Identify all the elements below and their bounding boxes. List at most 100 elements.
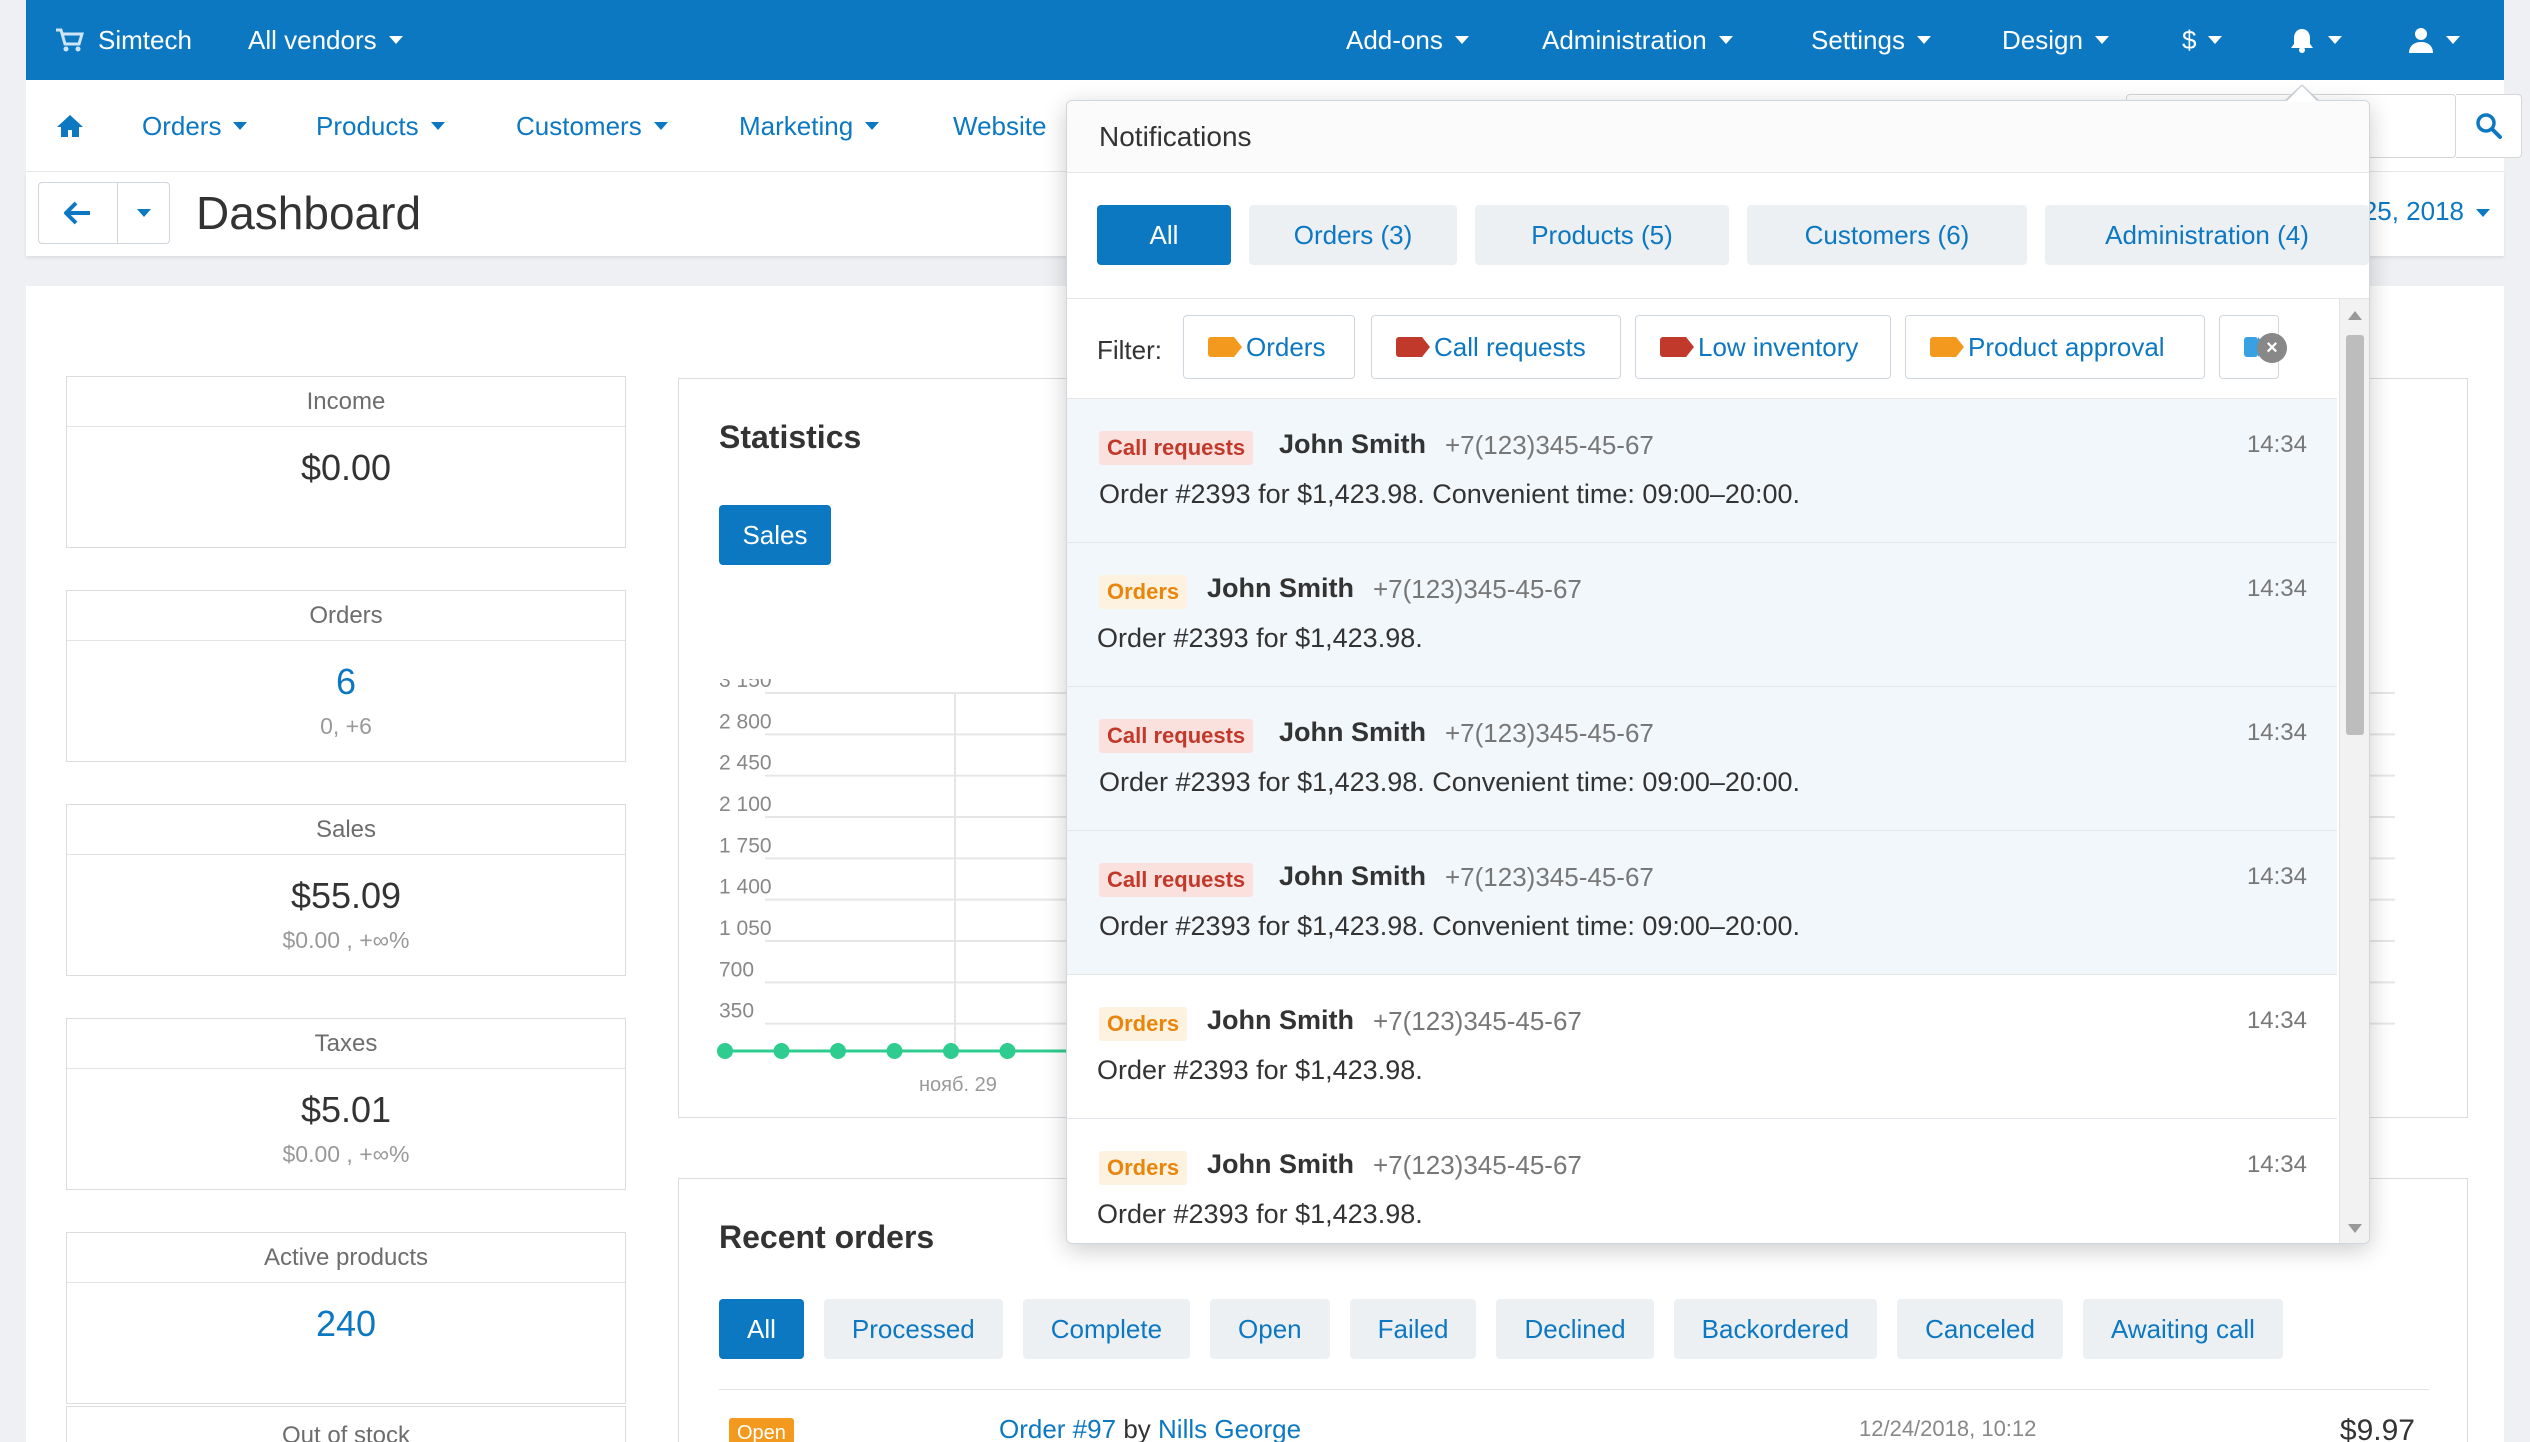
- tab-awaiting-call[interactable]: Awaiting call: [2082, 1299, 2283, 1359]
- tab-products[interactable]: Products (5): [1475, 205, 1729, 265]
- filter-product-approval[interactable]: Product approval: [1905, 315, 2205, 379]
- data-point[interactable]: [999, 1043, 1016, 1059]
- sales-tab[interactable]: Sales: [719, 505, 831, 565]
- statistics-title: Statistics: [719, 419, 862, 455]
- user-menu[interactable]: [2408, 0, 2460, 80]
- menu-design[interactable]: Design: [2002, 0, 2109, 80]
- tab-open[interactable]: Open: [1210, 1299, 1330, 1359]
- chevron-down-icon: [388, 36, 403, 44]
- tab-all[interactable]: All: [1097, 205, 1231, 265]
- filter-orders[interactable]: Orders: [1183, 315, 1355, 379]
- y-tick-label: 2 100: [719, 793, 772, 816]
- menu-addons[interactable]: Add-ons: [1346, 0, 1469, 80]
- card-value: $55.09: [290, 875, 402, 916]
- tab-processed[interactable]: Processed: [823, 1299, 1003, 1359]
- data-point[interactable]: [886, 1043, 903, 1059]
- y-tick-label: 1 050: [719, 917, 772, 940]
- card-value[interactable]: 6: [67, 661, 625, 703]
- card-value[interactable]: 240: [67, 1303, 625, 1345]
- menu-administration-label: Administration: [1542, 24, 1707, 55]
- tab-customers[interactable]: Customers (6): [1747, 205, 2027, 265]
- filter-low-inventory[interactable]: Low inventory: [1635, 315, 1891, 379]
- tag-icon: [1396, 337, 1430, 357]
- data-point[interactable]: [943, 1043, 959, 1059]
- search-button[interactable]: [2456, 94, 2522, 158]
- chevron-down-icon: [2094, 36, 2109, 44]
- status-badge: Open: [729, 1418, 794, 1442]
- data-point[interactable]: [830, 1043, 846, 1059]
- chevron-down-icon: [1718, 36, 1733, 44]
- notification-message: Order #2393 for $1,423.98. Convenient ti…: [1099, 911, 1800, 941]
- notification-time: 14:34: [2246, 575, 2307, 602]
- nav-website[interactable]: Website: [953, 80, 1046, 172]
- customer-link[interactable]: Nills George: [1158, 1414, 1301, 1442]
- notification-message: Order #2393 for $1,423.98.: [1097, 623, 1423, 653]
- tab-complete[interactable]: Complete: [1022, 1299, 1191, 1359]
- tab-backordered[interactable]: Backordered: [1673, 1299, 1878, 1359]
- order-link[interactable]: Order #97: [999, 1414, 1116, 1442]
- order-total: $9.97: [2339, 1414, 2415, 1442]
- popup-pointer-inner: [2286, 86, 2318, 102]
- vendor-menu-label: All vendors: [248, 24, 377, 55]
- card-sub: $0.00 , +∞%: [282, 927, 410, 953]
- notification-item[interactable]: Orders John Smith +7(123)345-45-67 14:34 Ord…: [1067, 975, 2337, 1119]
- history-dropdown[interactable]: [118, 182, 170, 244]
- notification-time: 14:34: [2246, 431, 2307, 458]
- y-tick-label: 350: [719, 1000, 754, 1023]
- filter-bar: Filter: Orders Call requests Low invento…: [1067, 299, 2337, 399]
- notification-type-badge: Orders: [1099, 1151, 1188, 1185]
- notification-item[interactable]: Call requests John Smith +7(123)345-45-67 1…: [1067, 399, 2337, 543]
- back-button[interactable]: [38, 182, 118, 244]
- data-point[interactable]: [773, 1043, 790, 1059]
- search-icon: [2475, 113, 2502, 139]
- nav-orders[interactable]: Orders: [142, 80, 248, 172]
- notification-type-badge: Call requests: [1099, 863, 1254, 897]
- close-icon[interactable]: ×: [2257, 333, 2287, 363]
- menu-administration[interactable]: Administration: [1542, 0, 1733, 80]
- tag-icon: [1660, 337, 1694, 357]
- notification-time: 14:34: [2246, 1151, 2307, 1178]
- notification-message: Order #2393 for $1,423.98. Convenient ti…: [1099, 767, 1800, 797]
- customer-phone: +7(123)345-45-67: [1445, 430, 1654, 460]
- order-status-tabs: All Processed Complete Open Failed Decli…: [719, 1299, 2283, 1359]
- bell-icon: [2291, 29, 2313, 53]
- nav-website-label: Website: [953, 110, 1047, 141]
- notification-item[interactable]: Orders John Smith +7(123)345-45-67 14:34 Ord…: [1067, 1119, 2337, 1243]
- notification-item[interactable]: Call requests John Smith +7(123)345-45-67 1…: [1067, 831, 2337, 975]
- tab-orders[interactable]: Orders (3): [1249, 205, 1457, 265]
- tab-declined[interactable]: Declined: [1496, 1299, 1654, 1359]
- notification-item[interactable]: Orders John Smith +7(123)345-45-67 14:34 Ord…: [1067, 543, 2337, 687]
- brand-link[interactable]: Simtech: [54, 0, 192, 80]
- nav-customers[interactable]: Customers: [516, 80, 668, 172]
- vendor-menu[interactable]: All vendors: [248, 0, 403, 80]
- customer-phone: +7(123)345-45-67: [1445, 862, 1654, 892]
- tab-canceled[interactable]: Canceled: [1897, 1299, 2063, 1359]
- scroll-down-icon[interactable]: [2348, 1224, 2362, 1233]
- notifications-toggle[interactable]: [2288, 0, 2342, 80]
- nav-products[interactable]: Products: [316, 80, 445, 172]
- card-title: Sales: [67, 805, 625, 855]
- tab-administration[interactable]: Administration (4): [2045, 205, 2369, 265]
- tab-failed[interactable]: Failed: [1349, 1299, 1477, 1359]
- menu-currency-label: $: [2182, 24, 2197, 55]
- page-title: Dashboard: [196, 187, 422, 239]
- data-point[interactable]: [717, 1043, 733, 1059]
- notification-item[interactable]: Call requests John Smith +7(123)345-45-67 1…: [1067, 687, 2337, 831]
- filter-label: Filter:: [1097, 335, 1162, 365]
- top-bar: Simtech All vendors Add-ons Administrati…: [26, 0, 2504, 80]
- nav-marketing[interactable]: Marketing: [739, 80, 880, 172]
- chevron-down-icon: [653, 122, 668, 130]
- notification-message: Order #2393 for $1,423.98.: [1097, 1199, 1423, 1229]
- active-products-card[interactable]: Active products 240: [66, 1232, 626, 1404]
- scroll-thumb[interactable]: [2346, 335, 2364, 735]
- tab-all[interactable]: All: [719, 1299, 804, 1359]
- menu-settings[interactable]: Settings: [1811, 0, 1931, 80]
- filter-call-requests[interactable]: Call requests: [1371, 315, 1621, 379]
- orders-card[interactable]: Orders 6 0, +6: [66, 590, 626, 762]
- menu-currency[interactable]: $: [2182, 0, 2223, 80]
- scrollbar[interactable]: [2339, 299, 2369, 1243]
- date-range-select[interactable]: 25, 2018: [2363, 196, 2490, 227]
- scroll-up-icon[interactable]: [2348, 311, 2362, 320]
- home-link[interactable]: [56, 80, 84, 172]
- chevron-down-icon: [2208, 36, 2223, 44]
